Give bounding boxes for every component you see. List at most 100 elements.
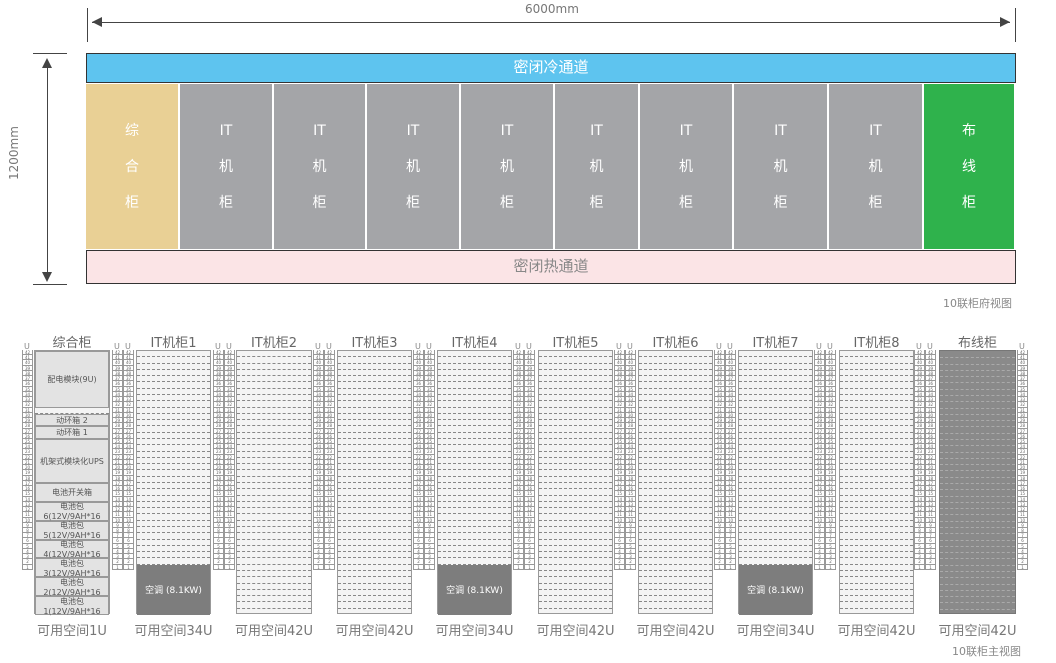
u-slot	[137, 507, 210, 509]
u-slot	[539, 601, 612, 603]
u-slot	[940, 552, 1015, 554]
top-cabinet-text: 机	[312, 158, 327, 175]
u-slot	[137, 375, 210, 377]
u-slot	[639, 362, 712, 364]
u-slot	[639, 356, 712, 358]
u-slot	[438, 450, 511, 452]
u-slot	[137, 551, 210, 553]
arrow-right-icon	[1000, 17, 1010, 27]
u-slot	[840, 563, 913, 565]
u-rail: 42 41 40 39 38 37 36 35 34 33 32 31 30 29 28 27 26 25 24 23…	[112, 350, 123, 614]
u-slot	[338, 356, 411, 358]
u-slot	[338, 588, 411, 590]
u-slot	[639, 381, 712, 383]
u-slot	[539, 368, 612, 370]
u-slot	[840, 494, 913, 496]
u-slot	[237, 557, 311, 559]
u-slot	[338, 595, 411, 597]
u-slot	[639, 456, 712, 458]
u-slot	[940, 376, 1015, 378]
u-marker: U	[326, 342, 332, 351]
u-slot	[739, 387, 812, 389]
top-view-caption: 10联柜府视图	[943, 297, 1012, 310]
u-slot	[539, 544, 612, 546]
u-slot	[940, 489, 1015, 491]
u-slot	[137, 387, 210, 389]
u-slot	[639, 544, 712, 546]
u-slot	[840, 406, 913, 408]
top-cabinet-text: 柜	[312, 194, 327, 211]
u-slot	[940, 464, 1015, 466]
cold-aisle: 密闭冷通道	[86, 53, 1016, 83]
u-slot	[639, 400, 712, 402]
u-slot	[940, 602, 1015, 604]
u-slot	[438, 425, 511, 427]
available-space: 可用空间34U	[134, 624, 213, 639]
u-slot	[438, 513, 511, 515]
u-rail: 42 41 40 39 38 37 36 35 34 33 32 31 30 29 28 27 26 25 24 23…	[224, 350, 235, 614]
top-cabinet-text: 合	[125, 158, 139, 175]
u-rail: 42 41 40 39 38 37 36 35 34 33 32 31 30 29 28 27 26 25 24 23…	[524, 350, 535, 614]
u-rail: 42 41 40 39 38 37 36 35 34 33 32 31 30 29 28 27 26 25 24 23…	[914, 350, 925, 614]
u-rail: 42 41 40 39 38 37 36 35 34 33 32 31 30 29 28 27 26 25 24 23…	[625, 350, 636, 614]
u-slot	[237, 538, 311, 540]
u-slot	[539, 557, 612, 559]
u-slot	[338, 526, 411, 527]
u-number: 1	[825, 564, 836, 570]
u-marker: U	[616, 342, 622, 351]
u-slot	[338, 438, 411, 439]
u-slot	[940, 420, 1015, 422]
u-slot	[739, 500, 812, 502]
top-cabinet-text: 柜	[773, 194, 788, 211]
u-slot	[940, 445, 1015, 447]
u-number: 1	[625, 564, 636, 570]
top-cabinet-text: 机	[679, 158, 693, 175]
u-slot	[539, 582, 612, 584]
height-label: 1200mm	[7, 126, 21, 180]
u-slot	[539, 412, 612, 414]
u-slot	[940, 539, 1015, 541]
width-label: 6000mm	[525, 2, 579, 16]
u-slot	[438, 544, 511, 546]
u-rail: 42 41 40 39 38 37 36 35 34 33 32 31 30 29 28 27 26 25 24 23…	[714, 350, 725, 614]
u-slot	[438, 538, 511, 540]
u-slot	[840, 475, 913, 477]
top-cabinet-1: 综合柜	[86, 84, 178, 249]
equipment-module: 配电模块(9U)	[35, 351, 109, 408]
u-slot	[639, 576, 712, 578]
u-slot	[840, 588, 913, 590]
u-slot	[739, 450, 812, 452]
u-slot	[137, 425, 210, 427]
u-slot	[639, 601, 712, 603]
u-marker: U	[114, 342, 120, 351]
u-slot	[338, 576, 411, 578]
u-slot	[539, 394, 612, 395]
top-cabinet-text: 机	[589, 158, 604, 175]
u-slot	[840, 582, 913, 584]
u-slot	[237, 519, 311, 521]
u-slot	[840, 526, 913, 527]
cabinet-name: IT机柜7	[752, 336, 799, 351]
u-slot	[338, 475, 411, 477]
u-marker: U	[816, 342, 822, 351]
u-slot	[639, 425, 712, 427]
equipment-module: 动环箱 1	[35, 426, 109, 439]
u-slot	[639, 469, 712, 471]
u-slot	[840, 544, 913, 546]
u-slot	[539, 438, 612, 439]
u-slot	[338, 381, 411, 383]
u-slot	[539, 538, 612, 540]
u-rail: 42 41 40 39 38 37 36 35 34 33 32 31 30 29 28 27 26 25 24 23…	[424, 350, 435, 614]
u-slot	[639, 419, 712, 421]
u-slot	[137, 412, 210, 414]
u-slot	[739, 406, 812, 408]
u-slot	[237, 387, 311, 389]
u-slot	[940, 476, 1015, 478]
u-slot	[639, 500, 712, 502]
u-slot	[739, 538, 812, 540]
u-slot	[840, 375, 913, 377]
u-slot	[639, 507, 712, 509]
top-view-cabinet-row: 综合柜 IT 机柜 IT 机柜 IT 机柜 IT 机柜 IT 机柜 IT 机柜 IT 机柜 IT 机柜布线柜	[86, 84, 1016, 249]
u-slot	[639, 588, 712, 590]
u-slot	[237, 438, 311, 439]
